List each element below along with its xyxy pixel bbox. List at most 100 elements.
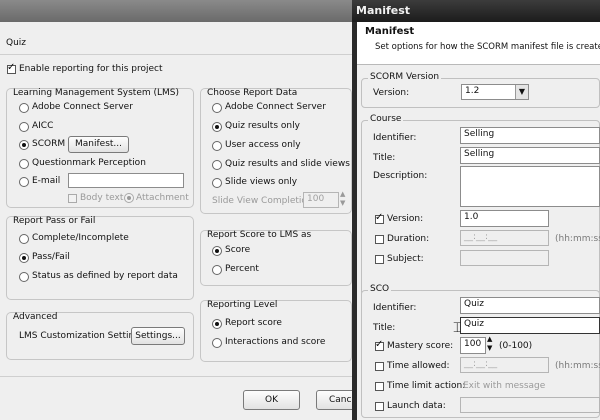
reporting-level-group-title: Reporting Level: [207, 300, 278, 310]
course-subject-input[interactable]: [460, 250, 549, 266]
manifest-body: Manifest Set options for how the SCORM m…: [357, 22, 600, 420]
reporting-level-radio-interactions[interactable]: [212, 338, 222, 348]
course-title-input[interactable]: Selling: [460, 147, 600, 164]
pass-fail-option-label: Pass/Fail: [32, 252, 70, 262]
manifest-titlebar[interactable]: Manifest: [352, 0, 600, 22]
lms-option-label: Adobe Connect Server: [32, 102, 133, 112]
course-duration-hint: (hh:mm:ss): [555, 234, 600, 244]
pass-fail-radio-status[interactable]: [19, 272, 29, 282]
time-allowed-input[interactable]: __:__:__: [460, 357, 549, 373]
scorm-version-value: 1.2: [465, 86, 480, 96]
sco-title-input[interactable]: Quiz: [460, 317, 600, 334]
launch-data-input[interactable]: [460, 397, 600, 413]
spinner-down-icon[interactable]: ▼: [340, 199, 345, 207]
pass-fail-radio-pass-fail[interactable]: [19, 253, 29, 263]
course-identifier-label: Identifier:: [373, 133, 417, 143]
quiz-preferences-dialog: Quiz Enable reporting for this project L…: [0, 0, 366, 420]
lms-option-label: Questionmark Perception: [32, 158, 146, 168]
email-attachment-label: Attachment: [136, 193, 189, 203]
course-description-textarea[interactable]: [460, 166, 600, 207]
slide-view-completion-input[interactable]: 100: [303, 192, 339, 208]
report-data-option-label: Adobe Connect Server: [225, 102, 326, 112]
course-duration-checkbox[interactable]: [375, 235, 384, 244]
reporting-level-radio-report-score[interactable]: [212, 319, 222, 329]
pass-fail-radio-complete[interactable]: [19, 234, 29, 244]
score-to-lms-option-label: Percent: [225, 264, 259, 274]
breadcrumb: Quiz: [6, 38, 27, 48]
time-allowed-hint: (hh:mm:ss): [555, 361, 600, 371]
report-data-radio-slide-views[interactable]: [212, 178, 222, 188]
mastery-score-label: Mastery score:: [387, 341, 454, 351]
chevron-down-icon[interactable]: ▼: [515, 85, 528, 99]
divider: [0, 54, 358, 55]
lms-radio-scorm[interactable]: [19, 140, 29, 150]
slide-view-completion-label: Slide View Completion:: [212, 196, 316, 206]
lms-option-label: E-mail: [32, 176, 61, 186]
email-attachment-radio[interactable]: [124, 193, 134, 203]
course-group-title: Course: [368, 114, 404, 124]
lms-radio-adobe-connect[interactable]: [19, 103, 29, 113]
course-subject-checkbox[interactable]: [375, 255, 384, 264]
scorm-version-label: Version:: [373, 88, 410, 98]
spinner-down-icon[interactable]: ▼: [487, 344, 492, 352]
score-to-lms-radio-percent[interactable]: [212, 265, 222, 275]
report-data-option-label: Quiz results only: [225, 121, 300, 131]
report-data-option-label: Quiz results and slide views: [225, 159, 350, 169]
spinner-up-icon[interactable]: ▲: [487, 335, 492, 343]
lms-radio-email[interactable]: [19, 177, 29, 187]
report-data-option-label: Slide views only: [225, 177, 298, 187]
lms-option-label: SCORM: [32, 139, 66, 149]
settings-button[interactable]: Settings...: [131, 327, 185, 345]
email-address-input[interactable]: [68, 173, 184, 188]
report-data-option-label: User access only: [225, 140, 301, 150]
lms-customization-label: LMS Customization Settings: [19, 331, 145, 341]
course-version-checkbox[interactable]: [375, 212, 384, 224]
report-data-group-title: Choose Report Data: [207, 88, 298, 98]
pass-fail-option-label: Status as defined by report data: [32, 271, 178, 281]
pass-fail-option-label: Complete/Incomplete: [32, 233, 129, 243]
lms-group-title: Learning Management System (LMS): [13, 88, 180, 98]
time-limit-action-checkbox[interactable]: [375, 382, 384, 391]
ok-button[interactable]: OK: [243, 390, 300, 410]
mastery-score-range: (0-100): [499, 341, 533, 351]
manifest-header: Manifest Set options for how the SCORM m…: [357, 22, 600, 65]
course-duration-input[interactable]: __:__:__: [460, 230, 549, 246]
sco-group-title: SCO: [368, 284, 392, 294]
email-body-text-checkbox[interactable]: [68, 194, 77, 203]
spinner-up-icon[interactable]: ▲: [340, 190, 345, 198]
manifest-header-subtitle: Set options for how the SCORM manifest f…: [375, 42, 600, 52]
time-limit-action-select[interactable]: Exit with message: [463, 381, 545, 391]
mastery-score-input[interactable]: 100: [460, 337, 486, 354]
pass-fail-group-title: Report Pass or Fail: [13, 216, 96, 226]
course-subject-label: Subject:: [387, 254, 424, 264]
manifest-window-title: Manifest: [356, 4, 411, 17]
course-description-label: Description:: [373, 171, 428, 181]
scorm-version-select[interactable]: 1.2 ▼: [461, 84, 529, 100]
score-to-lms-radio-score[interactable]: [212, 246, 222, 256]
enable-reporting-checkbox[interactable]: [7, 62, 16, 74]
manifest-button[interactable]: Manifest...: [68, 136, 129, 153]
course-identifier-input[interactable]: Selling: [460, 127, 600, 144]
lms-radio-questionmark[interactable]: [19, 159, 29, 169]
course-version-label: Version:: [387, 214, 424, 224]
sco-identifier-input[interactable]: Quiz: [460, 297, 600, 314]
report-data-radio-user-access[interactable]: [212, 141, 222, 151]
lms-radio-aicc[interactable]: [19, 122, 29, 132]
email-body-text-label: Body text: [80, 193, 124, 203]
report-data-radio-quiz-results[interactable]: [212, 122, 222, 132]
score-to-lms-option-label: Score: [225, 245, 251, 255]
text-cursor-icon: ⌶: [453, 320, 462, 336]
time-allowed-checkbox[interactable]: [375, 362, 384, 371]
course-version-input[interactable]: 1.0: [460, 210, 549, 227]
lms-option-label: AICC: [32, 121, 54, 131]
launch-data-label: Launch data:: [387, 401, 446, 411]
launch-data-checkbox[interactable]: [375, 402, 384, 411]
reporting-level-option-label: Report score: [225, 318, 282, 328]
sco-identifier-label: Identifier:: [373, 303, 417, 313]
mastery-score-checkbox[interactable]: [375, 339, 384, 351]
scorm-version-group-title: SCORM Version: [368, 72, 442, 82]
report-data-radio-adobe-connect[interactable]: [212, 103, 222, 113]
report-data-radio-quiz-and-slides[interactable]: [212, 160, 222, 170]
window-titlebar: [0, 0, 358, 22]
time-limit-action-label: Time limit action:: [387, 381, 466, 391]
